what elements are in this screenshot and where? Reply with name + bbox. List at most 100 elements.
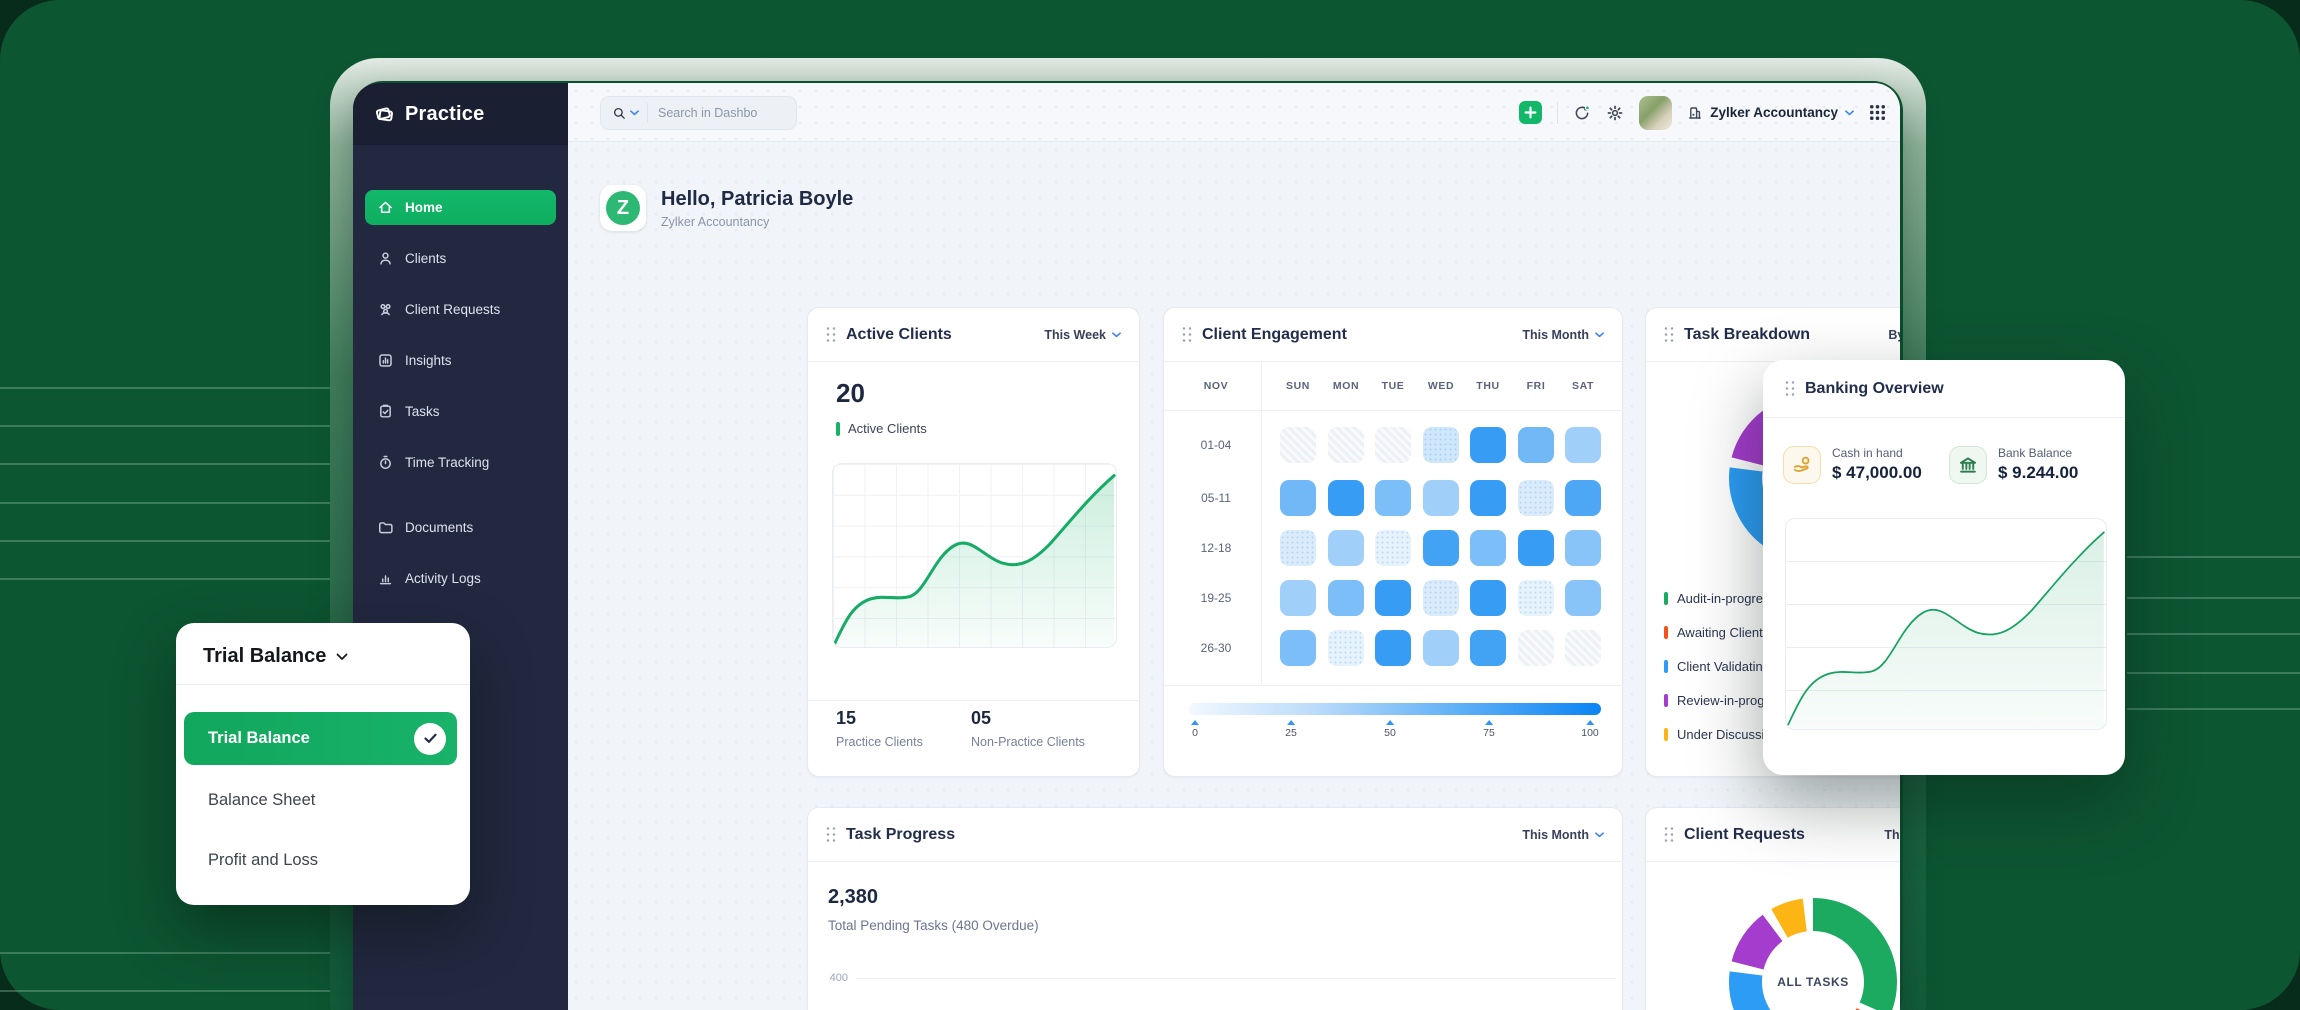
client-requests-donut: ALL TASKS: [1718, 887, 1900, 1010]
heatmap-cell: [1470, 580, 1506, 616]
sidebar-item-documents[interactable]: Documents: [365, 510, 556, 545]
card-title: Task Progress: [846, 826, 955, 844]
legend-tick: [1664, 728, 1668, 741]
client-requests-card: Client Requests This Week ALL TASKS: [1645, 807, 1900, 1010]
gridline: [856, 978, 1616, 979]
heatmap-cell: [1518, 530, 1554, 566]
heatmap-divider: [1164, 685, 1622, 686]
sidebar-item-activity-logs[interactable]: Activity Logs: [365, 561, 556, 596]
heatmap-cell: [1280, 580, 1316, 616]
cash-hand-icon: [1783, 446, 1821, 484]
sidebar-item-label: Activity Logs: [405, 571, 481, 586]
greeting: Z Hello, Patricia Boyle Zylker Accountan…: [600, 185, 853, 231]
heatmap-row-label: 19-25: [1201, 591, 1232, 605]
search-input[interactable]: [648, 106, 768, 120]
heatmap-cell: [1280, 530, 1316, 566]
heatmap-divider: [1164, 410, 1622, 411]
option-profit-and-loss[interactable]: Profit and Loss: [208, 851, 318, 870]
heatmap-row-label: 12-18: [1201, 541, 1232, 555]
heatmap-cell: [1565, 630, 1601, 666]
sidebar-item-clients[interactable]: Clients: [365, 241, 556, 276]
heatmap-cell: [1280, 427, 1316, 463]
option-balance-sheet[interactable]: Balance Sheet: [208, 791, 315, 810]
sidebar-item-label: Time Tracking: [405, 455, 489, 470]
heatmap-cell: [1565, 427, 1601, 463]
screenshot-canvas: Practice Home Clients Client Requests Insig…: [0, 0, 2300, 1010]
card-title: Active Clients: [846, 326, 952, 344]
heatmap-day-header: THU: [1476, 380, 1499, 392]
popup-title: Trial Balance: [203, 645, 326, 668]
drag-handle-icon[interactable]: [826, 327, 836, 342]
apps-grid-icon[interactable]: [1869, 104, 1886, 121]
chevron-down-icon: [630, 110, 639, 116]
deco-line: [0, 387, 330, 389]
task-progress-bar-chart: [856, 978, 1616, 1010]
chevron-down-icon: [1845, 110, 1854, 116]
task-breakdown-filter[interactable]: By Status: [1888, 328, 1900, 342]
legend-label: Audit-in-progress: [1677, 591, 1776, 606]
sidebar-item-label: Insights: [405, 353, 452, 368]
heatmap-day-header: FRI: [1527, 380, 1546, 392]
drag-handle-icon[interactable]: [1664, 327, 1674, 342]
chevron-down-icon: [1112, 332, 1121, 338]
deco-line: [2127, 556, 2300, 558]
report-picker-popup: Trial Balance Trial Balance Balance Shee…: [176, 623, 470, 905]
heatmap-cell: [1328, 580, 1364, 616]
refresh-icon[interactable]: [1573, 104, 1591, 122]
heatmap-row-label: 05-11: [1201, 491, 1231, 505]
check-icon: [414, 723, 446, 755]
org-name: Zylker Accountancy: [1710, 105, 1838, 120]
deco-line: [0, 425, 330, 427]
task-progress-filter[interactable]: This Month: [1522, 828, 1604, 842]
heatmap-cell: [1423, 630, 1459, 666]
popup-divider: [176, 684, 470, 685]
client-engagement-filter[interactable]: This Month: [1522, 328, 1604, 342]
active-clients-filter[interactable]: This Week: [1044, 328, 1121, 342]
user-avatar[interactable]: [1639, 96, 1672, 130]
sidebar-item-home[interactable]: Home: [365, 190, 556, 225]
heatmap-cell: [1280, 630, 1316, 666]
search-box[interactable]: [600, 96, 797, 130]
sidebar-item-client-requests[interactable]: Client Requests: [365, 292, 556, 327]
heatmap-cell: [1328, 630, 1364, 666]
heatmap-cell: [1470, 530, 1506, 566]
pending-tasks-label: Total Pending Tasks (480 Overdue): [828, 918, 1039, 933]
drag-handle-icon[interactable]: [1664, 827, 1674, 842]
heatmap-day-header: MON: [1333, 380, 1359, 392]
add-button[interactable]: [1519, 101, 1542, 124]
scale-tick: 0: [1191, 720, 1199, 739]
sidebar-nav: Home Clients Client Requests Insights Tasks T…: [365, 190, 556, 612]
legend-tick: [836, 422, 840, 436]
gear-icon[interactable]: [1606, 104, 1624, 122]
client-requests-filter[interactable]: This Week: [1884, 828, 1900, 842]
sidebar-item-insights[interactable]: Insights: [365, 343, 556, 378]
folder-icon: [377, 519, 394, 536]
banking-overview-card: Banking Overview Cash in hand $ 47,000.0…: [1763, 360, 2125, 775]
drag-handle-icon[interactable]: [1182, 327, 1192, 342]
legend-tick: [1664, 592, 1668, 605]
search-icon[interactable]: [601, 106, 647, 121]
option-trial-balance[interactable]: Trial Balance: [184, 712, 457, 765]
org-avatar: Z: [600, 185, 646, 231]
topbar-divider: [1557, 102, 1558, 124]
dashboard-window: Practice Home Clients Client Requests Insig…: [353, 83, 1900, 1010]
chevron-down-icon: [336, 653, 348, 661]
heatmap-cell: [1470, 630, 1506, 666]
heatmap-cell: [1518, 480, 1554, 516]
heatmap-day-header: SUN: [1286, 380, 1310, 392]
org-switcher[interactable]: Zylker Accountancy: [1687, 105, 1854, 121]
heatmap-cell: [1470, 480, 1506, 516]
insights-icon: [377, 352, 394, 369]
practice-clients-stat: 15 Practice Clients: [836, 708, 923, 749]
card-title: Task Breakdown: [1684, 326, 1810, 344]
drag-handle-icon[interactable]: [1785, 381, 1795, 396]
card-title: Client Requests: [1684, 826, 1805, 844]
heatmap-cell: [1470, 427, 1506, 463]
app-name: Practice: [405, 103, 484, 126]
popup-title-dropdown[interactable]: Trial Balance: [176, 623, 470, 684]
drag-handle-icon[interactable]: [826, 827, 836, 842]
sidebar-item-tasks[interactable]: Tasks: [365, 394, 556, 429]
sidebar-item-time-tracking[interactable]: Time Tracking: [365, 445, 556, 480]
deco-grid-lines-right: [2127, 0, 2300, 1010]
card-title: Banking Overview: [1805, 380, 1944, 398]
